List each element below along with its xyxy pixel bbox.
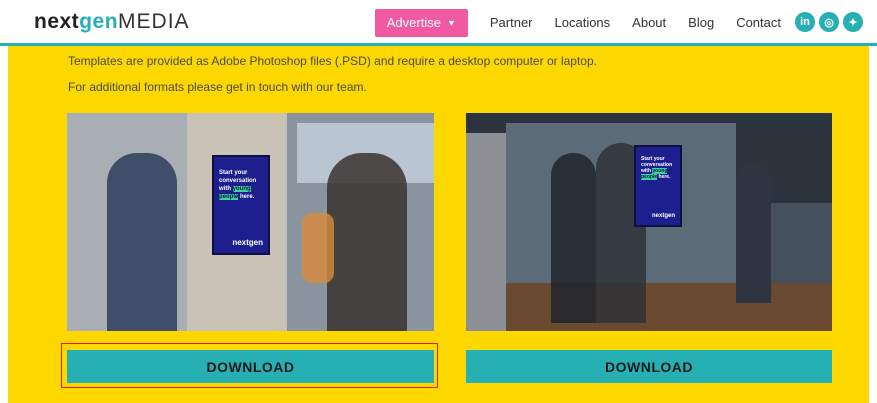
twitter-icon[interactable]: ✦ [843, 12, 863, 32]
logo-text-media: MEDIA [118, 10, 190, 33]
orange-bag [302, 213, 334, 283]
template-preview-image-2: Start your conversation with young peopl… [466, 113, 832, 331]
caret-down-icon: ▼ [446, 18, 456, 28]
logo-text-next: next [34, 10, 80, 33]
nav-contact[interactable]: Contact [736, 9, 781, 37]
social-links: in ◎ ✦ [791, 12, 863, 32]
person-right [736, 163, 771, 303]
nav-blog[interactable]: Blog [688, 9, 714, 37]
templates-info-text: Templates are provided as Adobe Photosho… [68, 54, 597, 68]
nav-partner[interactable]: Partner [490, 9, 533, 37]
blurred-person-a [551, 153, 596, 323]
download-button-2[interactable]: DOWNLOAD [466, 350, 832, 383]
site-logo[interactable]: nextgenMEDIA [34, 10, 190, 34]
left-column [466, 133, 506, 331]
blurred-person-left [107, 153, 177, 331]
download-section: Templates are provided as Adobe Photosho… [8, 46, 869, 403]
blurred-person-right [327, 153, 407, 331]
contact-info-text: For additional formats please get in tou… [68, 80, 367, 94]
main-nav: Advertise ▼ Partner Locations About Blog … [374, 9, 781, 37]
nav-locations[interactable]: Locations [555, 9, 611, 37]
digital-screen-1: Start your conversation with young peopl… [212, 155, 270, 255]
screen-2-logo: nextgen [651, 213, 675, 219]
digital-screen-2: Start your conversation with young peopl… [634, 145, 682, 227]
screen-1-text: Start your conversation with young peopl… [219, 170, 257, 200]
nav-about[interactable]: About [632, 9, 666, 37]
download-button-1[interactable]: DOWNLOAD [67, 350, 434, 383]
instagram-icon[interactable]: ◎ [819, 12, 839, 32]
nav-advertise[interactable]: Advertise ▼ [374, 9, 468, 37]
screen-1-logo: nextgen [232, 238, 263, 247]
screen-2-text: Start your conversation with young peopl… [641, 156, 673, 180]
site-header: nextgenMEDIA Advertise ▼ Partner Location… [0, 0, 877, 46]
wood-floor [466, 283, 832, 331]
logo-text-gen: gen [79, 10, 119, 33]
template-preview-image-1: Start your conversation with young peopl… [67, 113, 434, 331]
nav-advertise-label: Advertise [386, 15, 441, 30]
linkedin-icon[interactable]: in [795, 12, 815, 32]
